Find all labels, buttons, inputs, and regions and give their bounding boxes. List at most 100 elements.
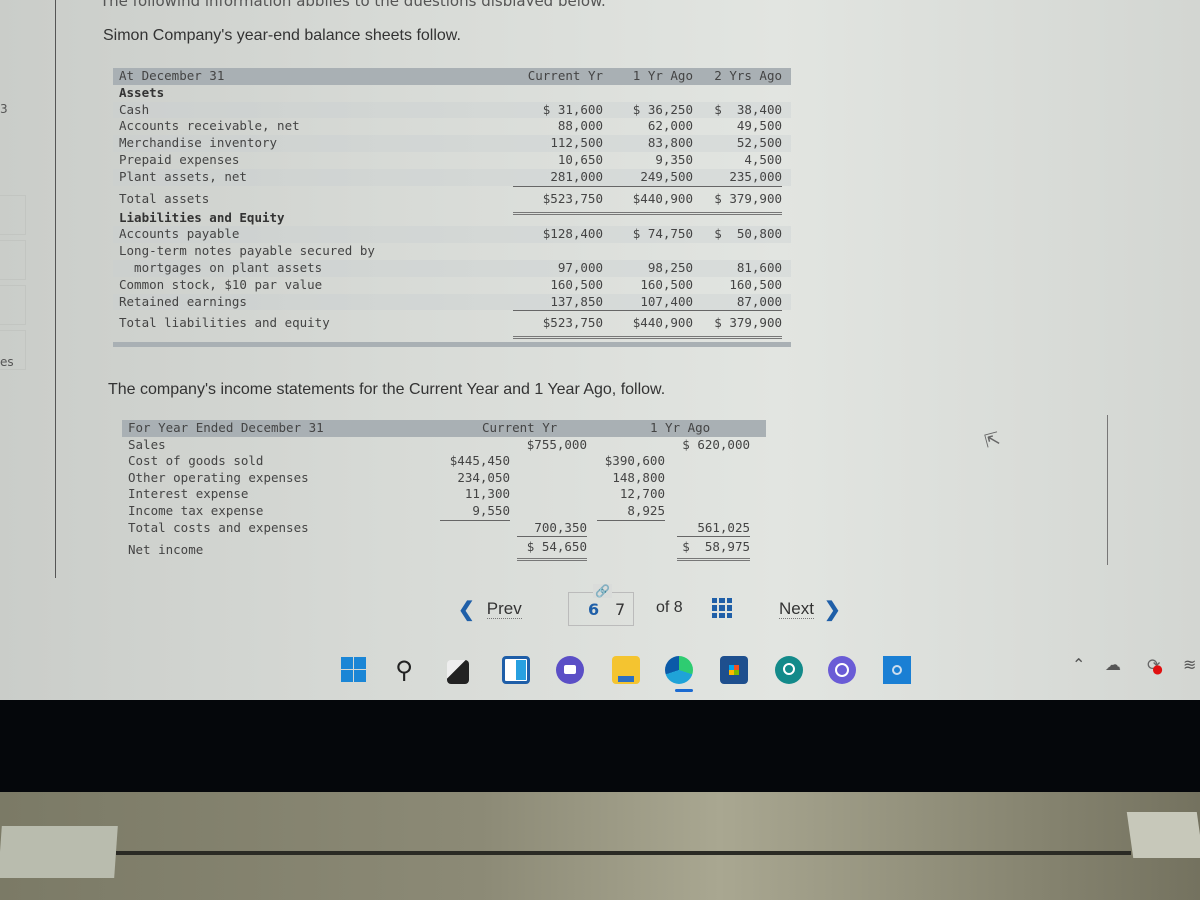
total-row: Total assets $523,750 $440,900 $ 379,900 xyxy=(113,186,791,215)
page-next[interactable]: 7 xyxy=(615,600,625,619)
value-current-yr: 112,500 xyxy=(550,135,603,151)
value-current-yr: 160,500 xyxy=(550,276,603,292)
table-row: Other operating expenses 234,050 148,800 xyxy=(122,470,766,487)
table-row: Merchandise inventory 112,500 83,800 52,500 xyxy=(113,135,791,152)
table-row: Total costs and expenses 700,350 561,025 xyxy=(122,520,766,538)
table-row: Common stock, $10 par value 160,500 160,50… xyxy=(113,277,791,294)
value-2-yrs-ago: 160,500 xyxy=(729,276,782,292)
screen: 3 es The following information applies t… xyxy=(0,0,1200,700)
value-2-yrs-ago: 49,500 xyxy=(736,118,782,134)
onedrive-cloud-icon[interactable]: ☁ xyxy=(1105,655,1121,674)
taskbar: ⚲ xyxy=(0,648,1200,693)
row-label: Accounts receivable, net xyxy=(119,118,300,134)
value-1-yr-ago: $ 36,250 xyxy=(632,101,693,117)
table-row: mortgages on plant assets 97,000 98,250 81,… xyxy=(113,259,791,277)
value-current-yr: $128,400 xyxy=(542,226,603,242)
table-footer-bar xyxy=(113,342,791,348)
balance-sheet-intro: Simon Company's year-end balance sheets … xyxy=(103,27,461,44)
page-current[interactable]: 6 xyxy=(588,600,599,619)
next-button[interactable]: Next ❯ xyxy=(779,592,841,626)
value-1-yr-ago: 12,700 xyxy=(619,486,665,502)
table-row: Cash $ 31,600 $ 36,250 $ 38,400 xyxy=(113,101,791,119)
value-current-yr: 281,000 xyxy=(513,169,603,187)
file-explorer-icon[interactable] xyxy=(612,656,640,684)
left-panel-tile[interactable] xyxy=(0,195,26,235)
value-current-yr: 137,850 xyxy=(513,294,603,312)
sync-app-icon[interactable] xyxy=(828,656,856,684)
income-statement-intro: The company's income statements for the … xyxy=(108,381,666,398)
value-current-yr: 234,050 xyxy=(457,469,510,485)
row-label: Other operating expenses xyxy=(128,469,309,485)
left-panel-tile[interactable] xyxy=(0,285,26,325)
prev-button[interactable]: ❮ Prev xyxy=(458,592,522,626)
table-header: For Year Ended December 31 Current Yr 1 … xyxy=(122,420,766,437)
balance-sheet-table: At December 31 Current Yr 1 Yr Ago 2 Yrs… xyxy=(113,68,791,348)
left-side-panel: 3 es xyxy=(0,0,28,580)
row-label: Cost of goods sold xyxy=(128,453,264,469)
value-2-yrs-ago: 52,500 xyxy=(736,135,782,151)
section-heading: Liabilities and Equity xyxy=(119,209,285,225)
value-current-yr: 10,650 xyxy=(557,151,603,167)
sync-alert-icon[interactable]: ⟳● xyxy=(1147,655,1171,676)
table-row: Accounts payable $128,400 $ 74,750 $ 50,800 xyxy=(113,226,791,244)
laptop-seam xyxy=(116,851,1131,855)
row-label: Plant assets, net xyxy=(119,168,247,184)
app-search-icon[interactable] xyxy=(775,656,803,684)
value-2-yrs-ago: $ 50,800 xyxy=(714,226,782,242)
value-1-yr-ago: 83,800 xyxy=(647,135,693,151)
row-label: Retained earnings xyxy=(119,293,247,309)
page-indicator: 🔗 6 7 xyxy=(568,584,634,626)
mouse-cursor-icon: ⇱ xyxy=(982,428,1003,453)
total-row: Net income $ 54,650 $ 58,975 xyxy=(122,536,766,562)
wifi-icon[interactable]: ≋ xyxy=(1183,655,1196,674)
value-current-yr: 9,550 xyxy=(440,503,510,521)
edge-browser-icon[interactable] xyxy=(665,656,693,684)
value-2-yrs-ago: $ 38,400 xyxy=(714,101,782,117)
windows-start-icon[interactable] xyxy=(340,656,368,684)
chevron-right-icon: ❯ xyxy=(823,598,841,621)
value-1-yr-ago: 62,000 xyxy=(647,118,693,134)
task-view-icon[interactable] xyxy=(447,660,469,684)
monitor-bezel xyxy=(0,700,1200,792)
search-icon[interactable]: ⚲ xyxy=(390,656,418,684)
value-1-yr-ago: 9,350 xyxy=(655,151,693,167)
value-current-yr: 88,000 xyxy=(557,118,603,134)
table-row: Sales $755,000 $ 620,000 xyxy=(128,436,750,452)
value-1-yr-ago: 8,925 xyxy=(597,503,665,521)
laptop-hinge xyxy=(0,826,118,878)
microsoft-store-icon[interactable] xyxy=(720,656,748,684)
row-label: Merchandise inventory xyxy=(119,135,278,151)
grid-view-icon[interactable] xyxy=(712,598,732,618)
value-2-yrs-ago: 235,000 xyxy=(692,169,782,187)
table-row: Cost of goods sold $445,450 $390,600 xyxy=(122,453,766,470)
table-row: Retained earnings 137,850 107,400 87,000 xyxy=(113,293,791,312)
section-heading: Assets xyxy=(119,84,165,100)
show-hidden-icons-chevron-icon[interactable]: ⌃ xyxy=(1072,655,1085,674)
table-row: Long-term notes payable secured by xyxy=(113,243,791,260)
table-row: Prepaid expenses 10,650 9,350 4,500 xyxy=(113,152,791,169)
table-row: Plant assets, net 281,000 249,500 235,000 xyxy=(113,168,791,187)
value-1-yr-ago: 98,250 xyxy=(647,259,693,275)
cortana-icon[interactable] xyxy=(883,656,911,684)
value-2-yrs-ago: 81,600 xyxy=(736,259,782,275)
value-1-yr-ago: 148,800 xyxy=(612,469,665,485)
link-icon: 🔗 xyxy=(593,584,612,598)
row-label: Interest expense xyxy=(128,486,249,502)
laptop-hinge xyxy=(1126,812,1200,858)
panel-divider xyxy=(1107,415,1108,565)
active-app-indicator xyxy=(675,689,693,692)
value-1-yr-ago: 107,400 xyxy=(603,294,693,312)
widgets-icon[interactable] xyxy=(502,656,530,684)
chevron-left-icon: ❮ xyxy=(458,598,475,621)
left-panel-tile[interactable] xyxy=(0,240,26,280)
value-2-yrs-ago: 4,500 xyxy=(744,151,782,167)
total-row: Total liabilities and equity $523,750 $4… xyxy=(113,310,791,340)
left-panel-fragment: es xyxy=(0,355,14,369)
row-label: mortgages on plant assets xyxy=(119,259,323,275)
value-current-yr: 11,300 xyxy=(464,486,510,502)
panel-divider xyxy=(55,0,56,578)
row-label: Income tax expense xyxy=(128,502,264,518)
left-panel-fragment: 3 xyxy=(0,102,8,116)
teams-chat-icon[interactable] xyxy=(556,656,584,684)
cut-off-heading: The following information applies to the… xyxy=(100,0,640,6)
